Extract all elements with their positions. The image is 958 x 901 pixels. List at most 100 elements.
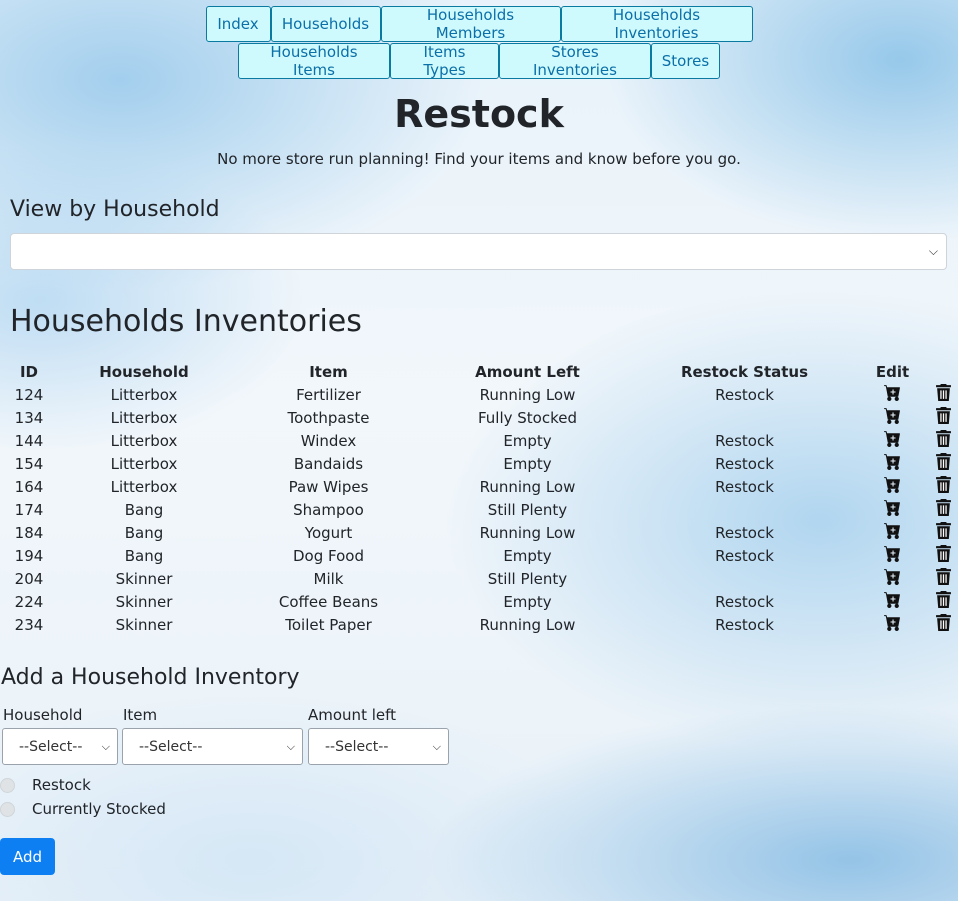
cell-household: Litterbox bbox=[110, 385, 178, 404]
table-row: 124 Litterbox Fertilizer Running Low Restock bbox=[4, 383, 958, 406]
cell-delete bbox=[928, 567, 958, 590]
cell-household: Litterbox bbox=[110, 408, 178, 427]
cart-plus-icon[interactable] bbox=[884, 384, 901, 405]
cart-plus-icon[interactable] bbox=[884, 545, 901, 566]
cart-plus-icon[interactable] bbox=[884, 568, 901, 589]
nav-households-inventories-button[interactable]: Households Inventories bbox=[560, 6, 753, 42]
nav-households-items-button[interactable]: Households Items bbox=[238, 43, 390, 79]
cell-restock-status: Restock bbox=[715, 477, 774, 496]
household-select-value: --Select-- bbox=[19, 738, 83, 755]
page-subtitle: No more store run planning! Find your it… bbox=[217, 150, 741, 168]
trash-icon[interactable] bbox=[935, 545, 951, 566]
cell-household: Bang bbox=[124, 546, 164, 565]
nav-items-types-button[interactable]: Items Types bbox=[390, 43, 499, 79]
cell-id: 164 bbox=[14, 477, 44, 496]
column-header-id: ID bbox=[19, 362, 39, 381]
nav-row-1: Index Households Households Members Hous… bbox=[0, 6, 958, 42]
table-header-row: ID Household Item Amount Left Restock St… bbox=[4, 360, 958, 383]
cell-item: Milk bbox=[313, 569, 344, 588]
cell-id: 154 bbox=[14, 454, 44, 473]
trash-icon[interactable] bbox=[935, 591, 951, 612]
cell-item: Shampoo bbox=[293, 500, 364, 519]
cell-amount-left: Running Low bbox=[479, 615, 576, 634]
restock-radio[interactable] bbox=[0, 777, 15, 793]
cell-delete bbox=[928, 429, 958, 452]
cell-id: 204 bbox=[14, 569, 44, 588]
cell-edit bbox=[857, 406, 928, 429]
cell-restock-status bbox=[632, 498, 857, 521]
cell-delete bbox=[928, 406, 958, 429]
nav-households-members-button[interactable]: Households Members bbox=[380, 6, 561, 42]
restock-radio-row: Restock bbox=[0, 776, 91, 794]
cell-edit bbox=[857, 613, 928, 636]
cell-id: 184 bbox=[14, 523, 44, 542]
table-row: 174 Bang Shampoo Still Plenty bbox=[4, 498, 958, 521]
household-select[interactable]: --Select-- ⌵ bbox=[2, 728, 118, 765]
item-select[interactable]: --Select-- ⌵ bbox=[122, 728, 303, 765]
cart-plus-icon[interactable] bbox=[884, 407, 901, 428]
cell-id: 144 bbox=[14, 431, 44, 450]
trash-icon[interactable] bbox=[935, 430, 951, 451]
trash-icon[interactable] bbox=[935, 384, 951, 405]
cell-item: Toothpaste bbox=[287, 408, 370, 427]
cell-amount-left: Empty bbox=[503, 592, 552, 611]
page-title: Restock bbox=[394, 92, 564, 136]
table-row: 234 Skinner Toilet Paper Running Low Restock bbox=[4, 613, 958, 636]
trash-icon[interactable] bbox=[935, 499, 951, 520]
cart-plus-icon[interactable] bbox=[884, 522, 901, 543]
inventory-table-body: 124 Litterbox Fertilizer Running Low Restock… bbox=[4, 383, 958, 636]
nav-bar: Index Households Households Members Hous… bbox=[0, 0, 958, 79]
trash-icon[interactable] bbox=[935, 453, 951, 474]
inventory-table: ID Household Item Amount Left Restock St… bbox=[4, 360, 958, 636]
nav-stores-inventories-button[interactable]: Stores Inventories bbox=[499, 43, 651, 79]
nav-households-button[interactable]: Households bbox=[270, 6, 381, 42]
amount-left-select[interactable]: --Select-- ⌵ bbox=[308, 728, 449, 765]
column-header-household: Household bbox=[99, 362, 189, 381]
cart-plus-icon[interactable] bbox=[884, 614, 901, 635]
view-by-household-select[interactable]: ⌵ bbox=[10, 233, 947, 270]
cart-plus-icon[interactable] bbox=[884, 430, 901, 451]
cell-restock-status bbox=[632, 567, 857, 590]
cell-edit bbox=[857, 498, 928, 521]
cell-edit bbox=[857, 452, 928, 475]
view-by-household-label: View by Household bbox=[10, 197, 220, 222]
nav-stores-button[interactable]: Stores bbox=[651, 43, 720, 79]
cell-item: Yogurt bbox=[304, 523, 353, 542]
cell-delete bbox=[928, 544, 958, 567]
cell-household: Litterbox bbox=[110, 431, 178, 450]
cell-restock-status: Restock bbox=[715, 454, 774, 473]
cell-id: 194 bbox=[14, 546, 44, 565]
cart-plus-icon[interactable] bbox=[884, 499, 901, 520]
cell-restock-status: Restock bbox=[715, 431, 774, 450]
cart-plus-icon[interactable] bbox=[884, 591, 901, 612]
cart-plus-icon[interactable] bbox=[884, 476, 901, 497]
amount-left-field-label: Amount left bbox=[308, 706, 397, 724]
column-header-delete bbox=[928, 360, 958, 383]
trash-icon[interactable] bbox=[935, 522, 951, 543]
add-button[interactable]: Add bbox=[0, 838, 55, 875]
cell-item: Toilet Paper bbox=[285, 615, 372, 634]
table-row: 204 Skinner Milk Still Plenty bbox=[4, 567, 958, 590]
cell-household: Skinner bbox=[115, 569, 173, 588]
currently-stocked-radio[interactable] bbox=[0, 801, 15, 817]
cart-plus-icon[interactable] bbox=[884, 453, 901, 474]
cell-delete bbox=[928, 498, 958, 521]
cell-household: Skinner bbox=[115, 615, 173, 634]
cell-amount-left: Running Low bbox=[479, 523, 576, 542]
trash-icon[interactable] bbox=[935, 614, 951, 635]
cell-edit bbox=[857, 429, 928, 452]
trash-icon[interactable] bbox=[935, 407, 951, 428]
cell-amount-left: Fully Stocked bbox=[477, 408, 578, 427]
cell-id: 224 bbox=[14, 592, 44, 611]
chevron-down-icon: ⌵ bbox=[286, 740, 295, 753]
cell-id: 174 bbox=[14, 500, 44, 519]
cell-household: Litterbox bbox=[110, 477, 178, 496]
cell-item: Paw Wipes bbox=[288, 477, 369, 496]
trash-icon[interactable] bbox=[935, 476, 951, 497]
add-inventory-heading: Add a Household Inventory bbox=[1, 665, 300, 690]
cell-item: Bandaids bbox=[293, 454, 364, 473]
nav-index-button[interactable]: Index bbox=[205, 6, 271, 42]
currently-stocked-radio-row: Currently Stocked bbox=[0, 800, 166, 818]
cell-edit bbox=[857, 590, 928, 613]
trash-icon[interactable] bbox=[935, 568, 951, 589]
